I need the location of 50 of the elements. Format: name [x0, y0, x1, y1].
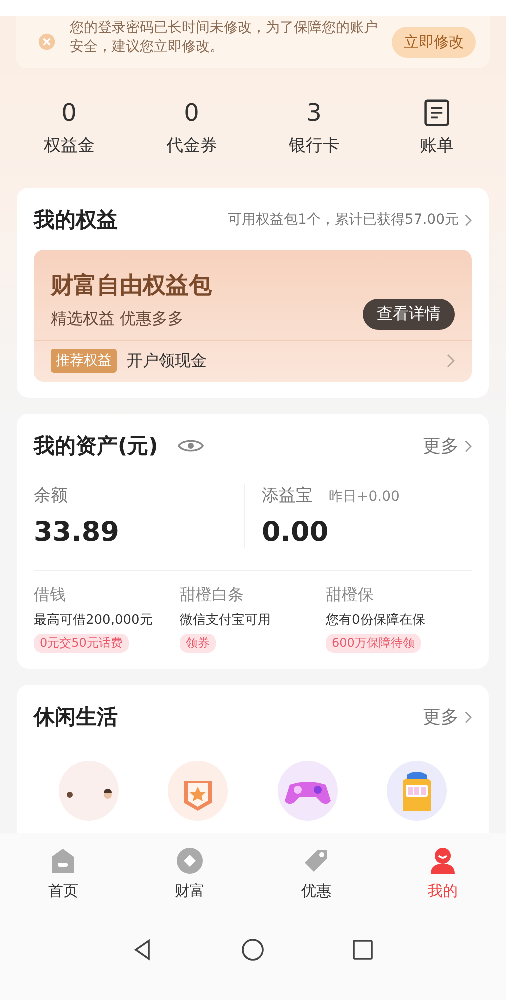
view-details-button[interactable]: 查看详情 [363, 299, 455, 330]
recommend-tag: 推荐权益 [51, 349, 117, 373]
section-title: 休闲生活 [34, 704, 118, 731]
stat-label[interactable]: 权益金 [44, 134, 95, 157]
more-link[interactable]: 更多 [423, 434, 459, 458]
promo-tag: 0元交50元话费 [34, 634, 129, 653]
promo-tag: 领券 [180, 634, 216, 653]
balance-label: 余额 [34, 485, 68, 507]
product-description: 您有0份保障在保 [326, 612, 426, 629]
chevron-icon [465, 214, 472, 226]
promo-tag: 600万保障待领 [326, 634, 421, 653]
package-banner[interactable]: 财富自由权益包 精选权益 优惠多多 查看详情 推荐权益 开户领现金 [34, 250, 472, 382]
section-title: 我的资产(元) [34, 433, 158, 460]
section-title: 我的权益 [34, 207, 118, 234]
slot-machine-icon[interactable] [387, 761, 448, 821]
eye-icon[interactable] [178, 438, 204, 454]
change-now-button[interactable]: 立即修改 [392, 26, 476, 58]
package-title: 财富自由权益包 [51, 272, 212, 301]
notice-text: 您的登录密码已长时间未修改，为了保障您的账户安全，建议您立即修改。 [70, 19, 378, 57]
product-name[interactable]: 甜橙保 [326, 585, 374, 606]
home-icon[interactable] [241, 938, 265, 962]
stat-value: 0 [184, 98, 200, 128]
product-name[interactable]: 甜橙白条 [180, 585, 244, 606]
package-subtitle: 精选权益 优惠多多 [51, 309, 186, 330]
stat-label[interactable]: 银行卡 [288, 134, 340, 157]
document-icon[interactable] [422, 98, 451, 128]
more-link[interactable]: 更多 [423, 705, 459, 729]
stat-label[interactable]: 代金券 [166, 134, 218, 157]
product-name[interactable]: 借钱 [34, 585, 66, 606]
chevron-icon [465, 710, 472, 724]
chevron-icon [465, 440, 472, 452]
tab-item[interactable]: 财富 [150, 846, 230, 900]
product-description: 最高可借200,000元 [34, 612, 153, 629]
gamepad-icon[interactable] [278, 761, 338, 821]
product-description: 微信支付宝可用 [180, 612, 271, 629]
balance-label: 添益宝 [262, 485, 313, 507]
recents-icon[interactable] [351, 938, 375, 962]
promo-text: 开户领现金 [127, 350, 207, 372]
balance-value[interactable]: 33.89 [34, 517, 244, 548]
stat-value: 0 [62, 98, 77, 128]
tab-item[interactable]: 我的 [402, 846, 483, 900]
chevron-icon [447, 354, 455, 368]
coin-icon [174, 846, 205, 876]
yesterday-earnings: 昨日+0.00 [329, 488, 400, 506]
tab-item[interactable]: 首页 [23, 846, 104, 900]
stat-value: 3 [306, 98, 322, 128]
stat-label[interactable]: 账单 [420, 134, 454, 157]
balance-value[interactable]: 0.00 [262, 517, 472, 548]
rights-summary-link[interactable]: 可用权益包1个，累计已获得57.00元 [228, 211, 459, 229]
tab-item[interactable]: 优惠 [276, 846, 356, 900]
